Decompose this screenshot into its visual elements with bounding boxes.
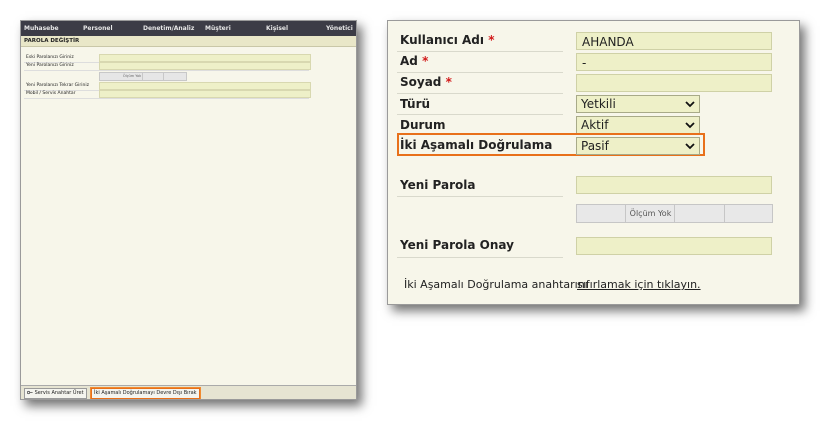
disable-2fa-label: İki Aşamalı Doğrulamayı Devre Dışı Bırak [94, 390, 197, 396]
mobile-key-label: Mobil / Servis Anahtar [26, 91, 76, 96]
password-strength-meter: Ölçüm Yok [576, 204, 773, 223]
nav-item-personel[interactable]: Personel [83, 25, 113, 32]
divider [397, 72, 563, 73]
first-name-label-text: Ad [400, 54, 418, 68]
confirm-password-field[interactable] [576, 237, 772, 255]
nav-item-muhasebe[interactable]: Muhasebe [24, 25, 59, 32]
type-select[interactable]: Yetkili [576, 95, 700, 113]
divider [397, 51, 563, 52]
reset-2fa-text: İki Aşamalı Doğrulama anahtarını [404, 278, 588, 291]
type-label: Türü [400, 97, 431, 111]
status-selected-value: Aktif [581, 118, 609, 132]
first-name-field[interactable]: - [576, 53, 772, 71]
last-name-label: Soyad * [400, 75, 452, 89]
confirm-password-label: Yeni Parolanızı Tekrar Giriniz [26, 83, 89, 88]
footer-toolbar: Servis Anahtar Üret İki Aşamalı Doğrulam… [21, 385, 356, 399]
old-password-label: Eski Parolanızı Giriniz [26, 55, 74, 60]
confirm-password-input[interactable] [99, 82, 311, 90]
required-mark: * [422, 54, 429, 68]
new-password-label: Yeni Parolanızı Giriniz [26, 63, 74, 68]
password-change-window: Muhasebe Personel Denetim/Analiz Müşteri… [20, 20, 357, 400]
two-factor-selected-value: Pasif [581, 139, 609, 153]
required-mark: * [488, 33, 495, 47]
strength-text: Ölçüm Yok [122, 74, 142, 78]
new-password-field[interactable] [576, 176, 772, 194]
page-title-bar: PAROLA DEĞİŞTİR [21, 36, 356, 47]
key-icon [26, 390, 33, 395]
first-name-label: Ad * [400, 54, 428, 68]
generate-service-key-button[interactable]: Servis Anahtar Üret [24, 388, 87, 399]
old-password-input[interactable] [99, 54, 311, 62]
divider [24, 98, 309, 99]
nav-item-yonetici[interactable]: Yönetici [326, 25, 353, 32]
disable-2fa-button[interactable]: İki Aşamalı Doğrulamayı Devre Dışı Bırak [91, 388, 200, 399]
mobile-key-input[interactable] [99, 90, 311, 98]
chevron-down-icon [685, 122, 695, 129]
nav-item-musteri[interactable]: Müşteri [205, 25, 231, 32]
divider [397, 196, 563, 197]
top-nav: Muhasebe Personel Denetim/Analiz Müşteri… [21, 21, 356, 36]
divider [24, 70, 309, 71]
last-name-label-text: Soyad [400, 75, 442, 89]
divider [397, 114, 563, 115]
chevron-down-icon [685, 101, 695, 108]
chevron-down-icon [685, 143, 695, 150]
confirm-password-label: Yeni Parola Onay [400, 238, 514, 252]
strength-text: Ölçüm Yok [629, 209, 672, 218]
page-title: PAROLA DEĞİŞTİR [24, 38, 80, 44]
reset-2fa-link[interactable]: sıfırlamak için tıklayın. [577, 278, 701, 291]
generate-service-key-label: Servis Anahtar Üret [34, 390, 84, 396]
password-strength-meter: Ölçüm Yok [99, 72, 187, 81]
username-label: Kullanıcı Adı * [400, 33, 494, 47]
two-factor-select[interactable]: Pasif [576, 137, 700, 155]
username-label-text: Kullanıcı Adı [400, 33, 485, 47]
new-password-input[interactable] [99, 62, 311, 70]
two-factor-label: İki Aşamalı Doğrulama [400, 138, 553, 152]
user-form-zoom-window: Kullanıcı Adı * AHANDA Ad * - Soyad * Tü… [387, 20, 800, 305]
new-password-label: Yeni Parola [400, 178, 476, 192]
divider [397, 93, 563, 94]
divider [397, 257, 563, 258]
username-field[interactable]: AHANDA [576, 32, 772, 50]
nav-item-denetim-analiz[interactable]: Denetim/Analiz [143, 25, 194, 32]
nav-item-kisisel[interactable]: Kişisel [266, 25, 288, 32]
last-name-field[interactable] [576, 74, 772, 92]
status-label: Durum [400, 118, 446, 132]
required-mark: * [445, 75, 452, 89]
status-select[interactable]: Aktif [576, 116, 700, 134]
type-selected-value: Yetkili [581, 97, 616, 111]
